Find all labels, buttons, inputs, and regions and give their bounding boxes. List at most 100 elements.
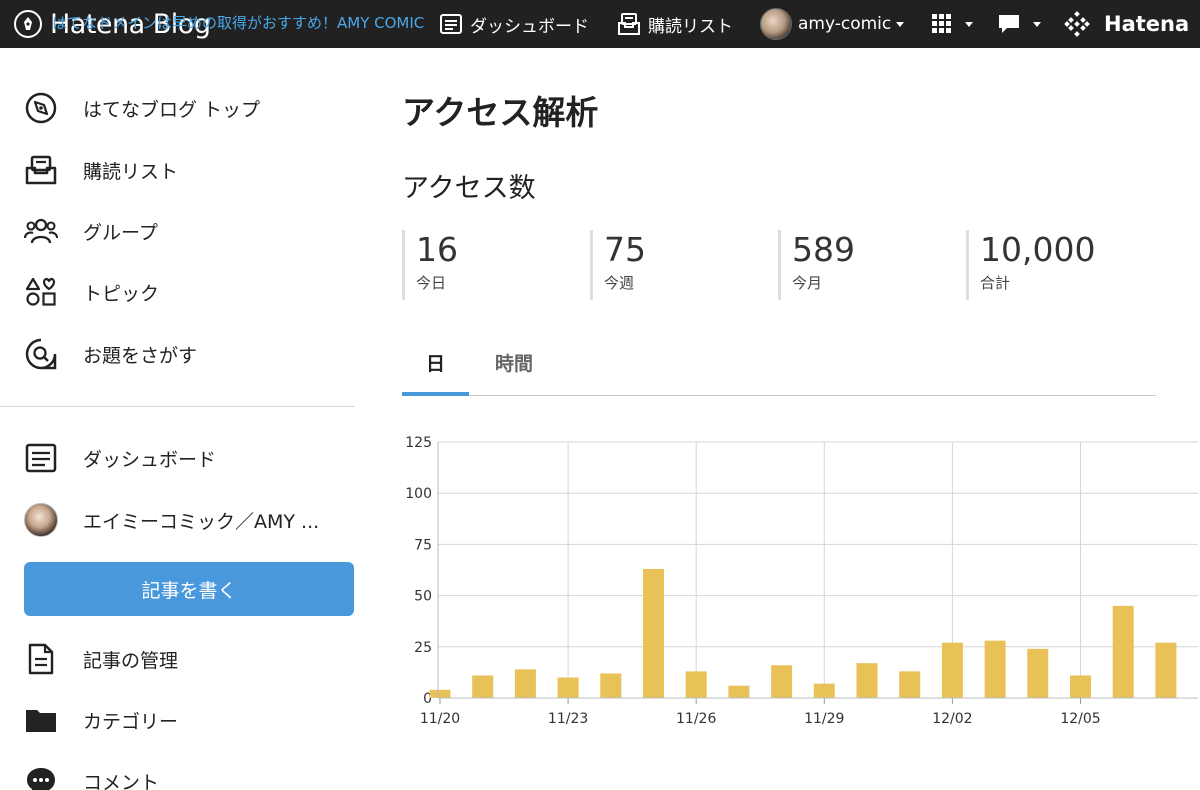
stat-label: 合計: [980, 274, 1011, 292]
y-tick-label: 75: [414, 537, 432, 553]
chart-bar: [472, 675, 494, 698]
user-menu[interactable]: amy-comic: [760, 8, 905, 40]
sidebar-item-topics[interactable]: トピック: [24, 274, 159, 310]
chart-bar: [1112, 605, 1134, 698]
stat-value: 16: [416, 230, 458, 269]
top-navigation-bar: Hatena Blog はてなドメインは早めの取得がおすすめ！AMY COMIC…: [0, 0, 1200, 48]
dashboard-nav-button[interactable]: ダッシュボード: [440, 8, 589, 40]
stat-month: 589 今月: [778, 230, 855, 300]
inbox-icon: [24, 153, 58, 187]
period-tabs: 日 時間: [402, 344, 1156, 396]
stat-value: 75: [604, 230, 646, 269]
stat-today: 16 今日: [402, 230, 458, 300]
stat-label: 今日: [416, 274, 447, 292]
dashboard-nav-label: ダッシュボード: [470, 16, 589, 37]
sidebar-item-manage-articles[interactable]: 記事の管理: [24, 641, 178, 677]
subscriptions-nav-label: 購読リスト: [648, 16, 733, 37]
stat-total: 10,000 合計: [966, 230, 1095, 300]
access-bar-chart: 025507510012511/20 11/23 11/26 11/29 12/02 12…: [405, 435, 1198, 727]
main-content: アクセス解析 アクセス数 16 今日 75 今週 589 今月 10,000 合…: [402, 48, 1200, 790]
sidebar-item-dashboard[interactable]: ダッシュボード: [24, 440, 216, 476]
sidebar-item-find-topics[interactable]: お題をさがす: [24, 336, 197, 372]
sidebar-item-categories[interactable]: カテゴリー: [24, 702, 178, 738]
inbox-icon: [618, 13, 640, 35]
sidebar-item-comments[interactable]: コメント: [24, 763, 159, 790]
sidebar-item-groups[interactable]: グループ: [24, 213, 158, 249]
sidebar-item-blog-top[interactable]: はてなブログ トップ: [24, 90, 260, 126]
pen-icon: [14, 10, 42, 38]
chevron-down-icon: [965, 21, 973, 27]
y-tick-label: 100: [405, 486, 432, 502]
chart-bar: [899, 671, 921, 698]
write-article-button[interactable]: 記事を書く: [24, 562, 354, 616]
chevron-down-icon: [896, 21, 905, 27]
chart-bar: [429, 689, 451, 698]
sidebar-item-label: 購読リスト: [83, 160, 179, 183]
sidebar-divider: [0, 406, 355, 407]
y-tick-label: 50: [414, 589, 432, 605]
dashboard-icon: [24, 441, 58, 475]
grid-icon: [932, 14, 951, 33]
chart-bar: [1070, 675, 1091, 698]
chart-bar: [557, 677, 579, 698]
stat-label: 今月: [792, 274, 823, 292]
y-tick-label: 125: [405, 435, 432, 451]
x-tick-label: 11/26: [676, 711, 716, 727]
x-tick-label: 11/29: [804, 711, 844, 727]
stat-value: 589: [792, 230, 855, 269]
sidebar-item-label: お題をさがす: [83, 344, 198, 367]
chevron-down-icon: [1033, 21, 1041, 27]
hatena-label: Hatena: [1104, 12, 1190, 36]
sidebar-item-subscriptions[interactable]: 購読リスト: [24, 152, 178, 188]
comment-icon: [24, 764, 58, 790]
speech-bubble-icon: [999, 15, 1019, 33]
chart-bar: [1027, 648, 1049, 698]
sidebar-item-label: トピック: [83, 282, 160, 305]
hatena-logo-icon: [1064, 11, 1090, 37]
x-tick-label: 11/20: [420, 711, 460, 727]
search-topic-icon: [24, 337, 58, 371]
sidebar-item-label: グループ: [83, 221, 158, 244]
tab-day[interactable]: 日: [402, 344, 469, 396]
notifications-button[interactable]: [998, 8, 1041, 40]
chart-bar: [600, 673, 622, 698]
username: amy-comic: [798, 14, 892, 34]
chart-bar: [514, 669, 536, 698]
promo-link[interactable]: はてなドメインは早めの取得がおすすめ！AMY COMIC: [52, 12, 424, 33]
chart-bar: [1155, 642, 1177, 698]
stat-value: 10,000: [980, 230, 1096, 269]
document-icon: [24, 642, 58, 676]
sidebar-item-label: コメント: [83, 771, 160, 790]
x-tick-label: 11/23: [548, 711, 588, 727]
chart-bar: [856, 663, 878, 698]
chart-bar: [813, 683, 835, 698]
page-title: アクセス解析: [402, 93, 599, 132]
tab-hour[interactable]: 時間: [480, 344, 548, 396]
chart-bar: [941, 642, 963, 698]
x-tick-label: 12/02: [932, 711, 972, 727]
hatena-link[interactable]: Hatena: [1064, 8, 1189, 40]
sidebar: はてなブログ トップ 購読リスト グループ トピック お題をさがす ダッシュボー…: [0, 48, 355, 790]
chart-bar: [685, 671, 707, 698]
subscriptions-nav-button[interactable]: 購読リスト: [618, 8, 733, 40]
topic-icon: [24, 275, 58, 309]
dashboard-icon: [440, 14, 462, 34]
y-tick-label: 25: [414, 640, 432, 656]
avatar: [24, 503, 58, 537]
chart-bar: [643, 568, 664, 698]
sidebar-item-label: ダッシュボード: [83, 448, 217, 471]
sidebar-item-label: 記事の管理: [83, 649, 179, 672]
avatar: [760, 8, 792, 40]
stat-label: 今週: [604, 274, 635, 292]
group-icon: [24, 214, 58, 248]
stat-week: 75 今週: [590, 230, 646, 300]
chart-bar: [984, 640, 1006, 698]
compass-icon: [24, 91, 58, 125]
section-title: アクセス数: [402, 173, 536, 204]
chart-bar: [728, 685, 750, 698]
folder-icon: [24, 703, 58, 737]
apps-menu-button[interactable]: [932, 8, 973, 40]
sidebar-item-blog[interactable]: エイミーコミック／AMY ...: [24, 502, 319, 538]
sidebar-item-label: エイミーコミック／AMY ...: [83, 510, 320, 533]
x-tick-label: 12/05: [1060, 711, 1100, 727]
